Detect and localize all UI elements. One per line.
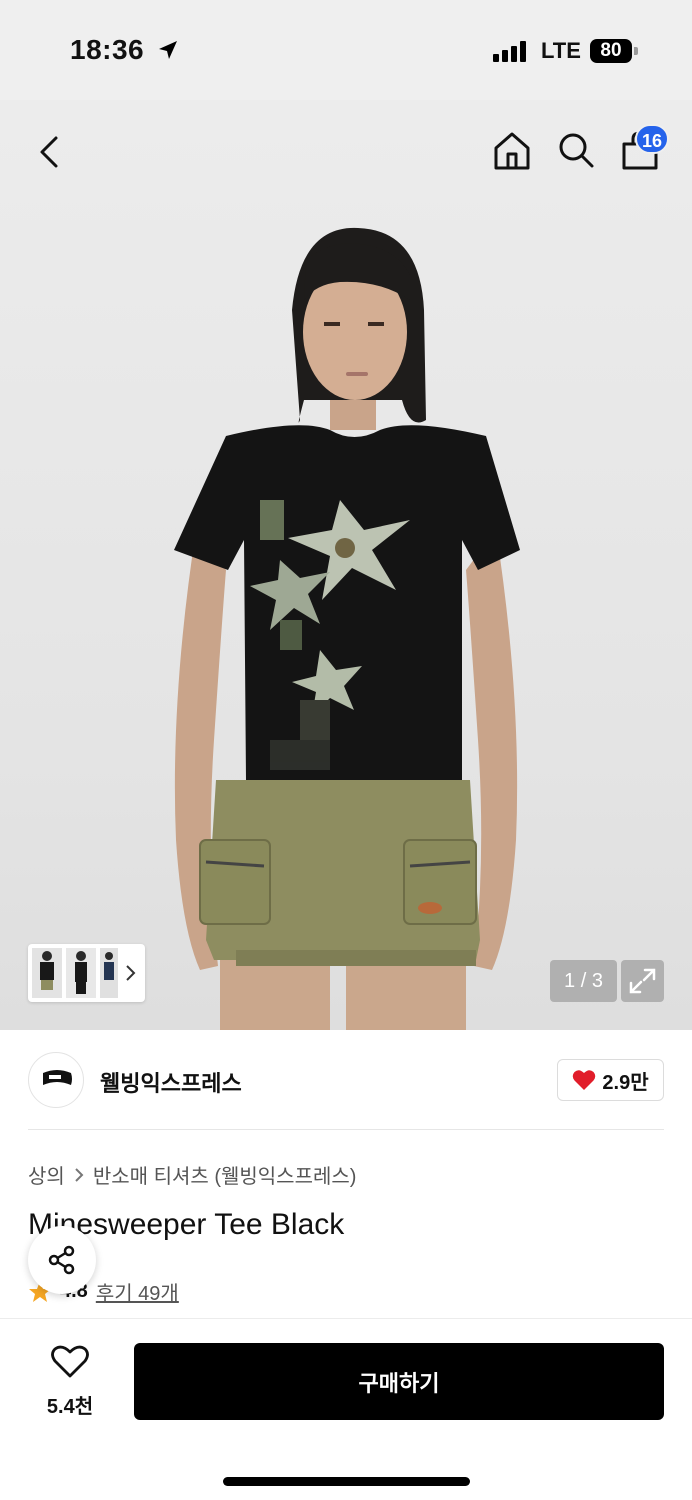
home-indicator <box>223 1477 470 1486</box>
model-photo <box>174 227 520 1030</box>
breadcrumb: 상의 반소매 티셔츠 (웰빙익스프레스) <box>28 1160 356 1189</box>
wishlist-count: 5.4천 <box>46 1396 94 1418</box>
brand-like-button[interactable]: 2.9만 <box>557 1059 664 1101</box>
expand-button[interactable] <box>621 960 664 1002</box>
signal-icon <box>493 40 526 62</box>
chevron-left-icon <box>40 136 58 168</box>
breadcrumb-category[interactable]: 상의 <box>28 1160 65 1189</box>
network-type: LTE <box>541 38 581 63</box>
chevron-right-icon <box>126 965 136 981</box>
back-button[interactable] <box>28 130 72 174</box>
product-image[interactable] <box>0 100 692 1030</box>
buy-button[interactable]: 구매하기 <box>134 1343 664 1420</box>
brand-logo-mark <box>43 1070 72 1085</box>
brand-like-count: 2.9만 <box>602 1071 649 1094</box>
brand-row[interactable]: 웰빙익스프레스 2.9만 <box>28 1050 664 1130</box>
thumbnail-strip[interactable] <box>28 944 145 1002</box>
heart-outline-icon <box>51 1345 89 1378</box>
status-bar: 18:36 LTE 80 <box>0 0 692 100</box>
share-icon <box>48 1245 75 1275</box>
expand-icon <box>629 968 656 994</box>
status-time: 18:36 <box>70 34 145 65</box>
search-button[interactable] <box>554 128 598 172</box>
battery-cap <box>634 47 638 55</box>
cart-count-badge: 16 <box>635 124 669 154</box>
brand-logo[interactable] <box>28 1052 84 1108</box>
review-link[interactable]: 후기 49개 <box>96 1277 179 1306</box>
battery-icon: 80 <box>590 39 632 63</box>
search-icon <box>559 133 594 168</box>
location-arrow-icon <box>159 41 177 59</box>
image-counter: 1 / 3 <box>550 960 617 1002</box>
home-button[interactable] <box>490 128 534 172</box>
breadcrumb-subcategory[interactable]: 반소매 티셔츠 (웰빙익스프레스) <box>93 1160 357 1189</box>
share-button[interactable] <box>28 1226 96 1294</box>
chevron-right-icon <box>75 1167 84 1182</box>
wishlist-button[interactable]: 5.4천 <box>24 1345 116 1425</box>
thumbnails <box>32 948 136 998</box>
heart-icon <box>573 1070 596 1090</box>
home-icon <box>494 132 530 170</box>
bottom-action-bar: 5.4천 구매하기 <box>0 1318 692 1500</box>
brand-name[interactable]: 웰빙익스프레스 <box>100 1066 242 1098</box>
